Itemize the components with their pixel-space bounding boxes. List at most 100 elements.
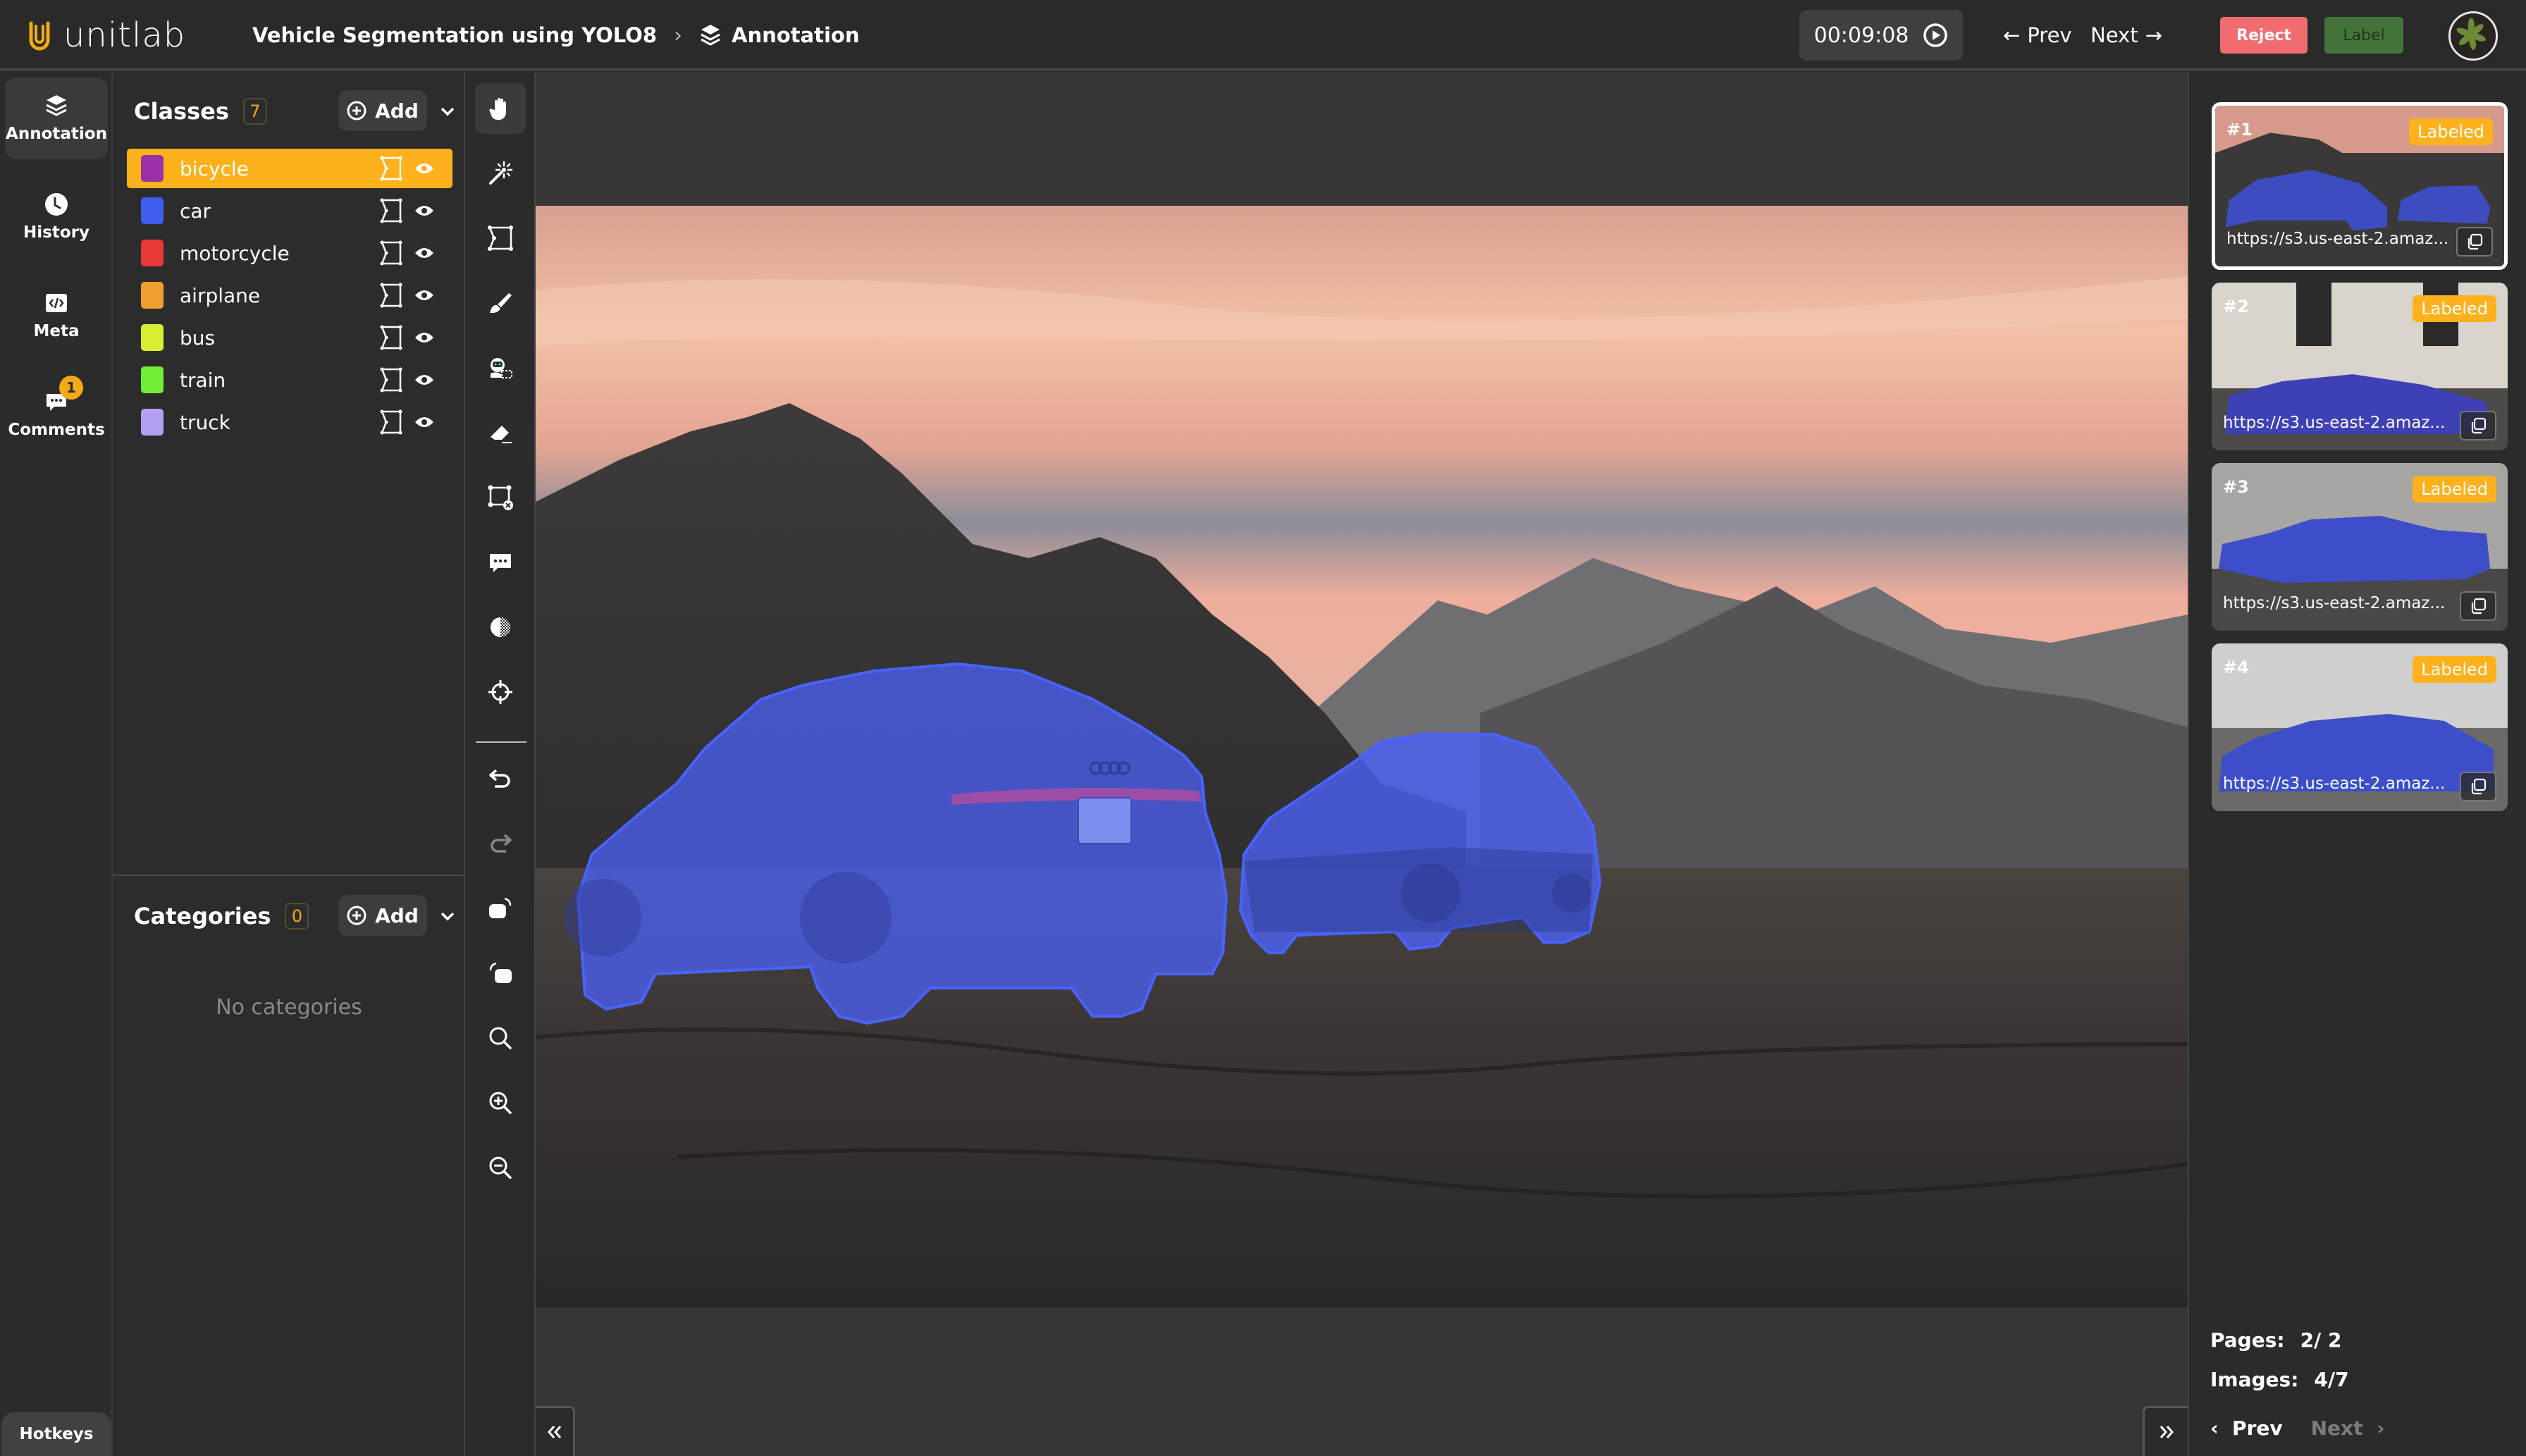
polygon-tool[interactable]	[475, 213, 526, 264]
polygon-delete-tool[interactable]	[475, 472, 526, 523]
annotated-image[interactable]	[536, 206, 2188, 1307]
rotate-left-button[interactable]	[475, 948, 526, 999]
ai-tool[interactable]	[475, 343, 526, 393]
plant-avatar-image	[2451, 13, 2496, 58]
image-thumbnail[interactable]: #1 Labeled https://s3.us-east-2.amaz...	[2212, 102, 2508, 270]
image-thumbnail[interactable]: #4 Labeled https://s3.us-east-2.amaz...	[2212, 643, 2508, 811]
class-item-car[interactable]: car	[127, 191, 452, 230]
polygon-icon[interactable]	[379, 155, 403, 182]
polygon-icon[interactable]	[379, 409, 403, 436]
hotkeys-button[interactable]: Hotkeys	[1, 1412, 111, 1456]
polygon-icon[interactable]	[379, 366, 403, 393]
tool-separator	[476, 741, 526, 743]
class-item-truck[interactable]: truck	[127, 402, 452, 442]
copy-url-button[interactable]	[2460, 591, 2496, 621]
brush-tool[interactable]	[475, 278, 526, 328]
class-item-train[interactable]: train	[127, 360, 452, 400]
polygon-delete-icon	[488, 485, 513, 510]
zoom-fit-icon	[489, 1027, 512, 1049]
collapse-right-button[interactable]	[2143, 1406, 2188, 1456]
redo-icon	[491, 834, 512, 853]
chevron-down-icon[interactable]	[437, 101, 458, 122]
rotate-right-icon	[489, 897, 512, 918]
class-name: truck	[180, 410, 230, 434]
pagination-prev-button[interactable]: ‹ Prev	[2210, 1417, 2283, 1440]
pagination-next-button[interactable]: Next ›	[2311, 1417, 2385, 1440]
undo-icon	[489, 769, 510, 788]
eye-icon[interactable]	[414, 415, 434, 429]
copy-url-button[interactable]	[2456, 227, 2493, 257]
reject-button[interactable]: Reject	[2220, 17, 2308, 54]
eye-icon[interactable]	[414, 331, 434, 345]
rotate-right-button[interactable]	[475, 883, 526, 934]
nav-rail: Annotation History Meta Comments 1	[0, 73, 113, 1456]
nav-item-history[interactable]: History	[5, 176, 108, 258]
class-item-motorcycle[interactable]: motorcycle	[127, 233, 452, 273]
thumbnail-url: https://s3.us-east-2.amaz...	[2223, 594, 2446, 612]
next-image-button[interactable]: Next →	[2090, 20, 2162, 51]
contrast-tool[interactable]	[475, 602, 526, 653]
collapse-left-button[interactable]	[536, 1406, 575, 1456]
eraser-tool[interactable]	[475, 407, 526, 458]
polygon-icon[interactable]	[379, 240, 403, 266]
thumbnail-url: https://s3.us-east-2.amaz...	[2223, 775, 2446, 793]
polygon-icon[interactable]	[379, 324, 403, 351]
rotate-left-icon	[489, 962, 512, 983]
polygon-icon[interactable]	[379, 282, 403, 309]
magic-wand-tool[interactable]	[475, 148, 526, 199]
zoom-fit-button[interactable]	[475, 1013, 526, 1063]
copy-url-button[interactable]	[2460, 411, 2496, 440]
polygon-icon[interactable]	[379, 197, 403, 224]
thumbnail-number: #1	[2226, 120, 2253, 140]
chevron-down-icon[interactable]	[437, 906, 458, 927]
tool-rail	[465, 73, 536, 1456]
avatar[interactable]	[2448, 11, 2498, 61]
play-icon[interactable]	[1923, 23, 1948, 48]
image-thumbnail[interactable]: #2 Labeled https://s3.us-east-2.amaz...	[2212, 283, 2508, 450]
polygon-icon	[488, 226, 513, 251]
nav-item-meta[interactable]: Meta	[5, 275, 108, 357]
logo[interactable]: unitlab	[25, 16, 185, 55]
add-category-button[interactable]: Add	[338, 895, 427, 936]
class-name: airplane	[180, 283, 261, 307]
eye-icon[interactable]	[414, 204, 434, 218]
label-button[interactable]: Label	[2324, 17, 2403, 54]
nav-label: Comments	[8, 421, 105, 439]
copy-icon	[2471, 778, 2487, 795]
eye-icon[interactable]	[414, 246, 434, 260]
eye-icon[interactable]	[414, 373, 434, 387]
annotation-canvas[interactable]	[536, 73, 2188, 1456]
images-value: 4/7	[2314, 1368, 2349, 1391]
add-class-button[interactable]: Add	[338, 90, 427, 131]
nav-item-comments[interactable]: Comments	[5, 374, 108, 455]
class-item-airplane[interactable]: airplane	[127, 276, 452, 315]
eraser-icon	[491, 426, 512, 443]
nav-label: Annotation	[6, 125, 107, 143]
logo-text: unitlab	[63, 16, 186, 55]
zoom-out-button[interactable]	[475, 1142, 526, 1193]
crosshair-icon	[488, 680, 512, 704]
next-label: Next	[2090, 23, 2138, 47]
chevrons-right-icon	[2160, 1426, 2174, 1438]
comment-tool[interactable]	[475, 537, 526, 588]
zoom-in-button[interactable]	[475, 1078, 526, 1128]
prev-image-button[interactable]: ← Prev	[2003, 20, 2072, 51]
redo-button[interactable]	[475, 818, 526, 869]
layers-icon	[701, 25, 720, 46]
eye-icon[interactable]	[414, 161, 434, 175]
image-thumbnail[interactable]: #3 Labeled https://s3.us-east-2.amaz...	[2212, 463, 2508, 631]
copy-url-button[interactable]	[2460, 772, 2496, 801]
hand-tool[interactable]	[475, 83, 526, 134]
class-item-bicycle[interactable]: bicycle	[127, 149, 452, 188]
thumbnail-url: https://s3.us-east-2.amaz...	[2226, 230, 2449, 248]
crosshair-tool[interactable]	[475, 667, 526, 717]
eye-icon[interactable]	[414, 288, 434, 302]
breadcrumb-project[interactable]: Vehicle Segmentation using YOLO8	[252, 23, 657, 47]
thumbnail-number: #2	[2223, 297, 2249, 316]
prev-label: Prev	[2232, 1417, 2283, 1440]
class-item-bus[interactable]: bus	[127, 318, 452, 357]
breadcrumb-current: Annotation	[699, 23, 859, 47]
pagination: ‹ Prev Next ›	[2210, 1417, 2385, 1440]
nav-item-annotation[interactable]: Annotation	[5, 78, 108, 159]
undo-button[interactable]	[475, 753, 526, 804]
